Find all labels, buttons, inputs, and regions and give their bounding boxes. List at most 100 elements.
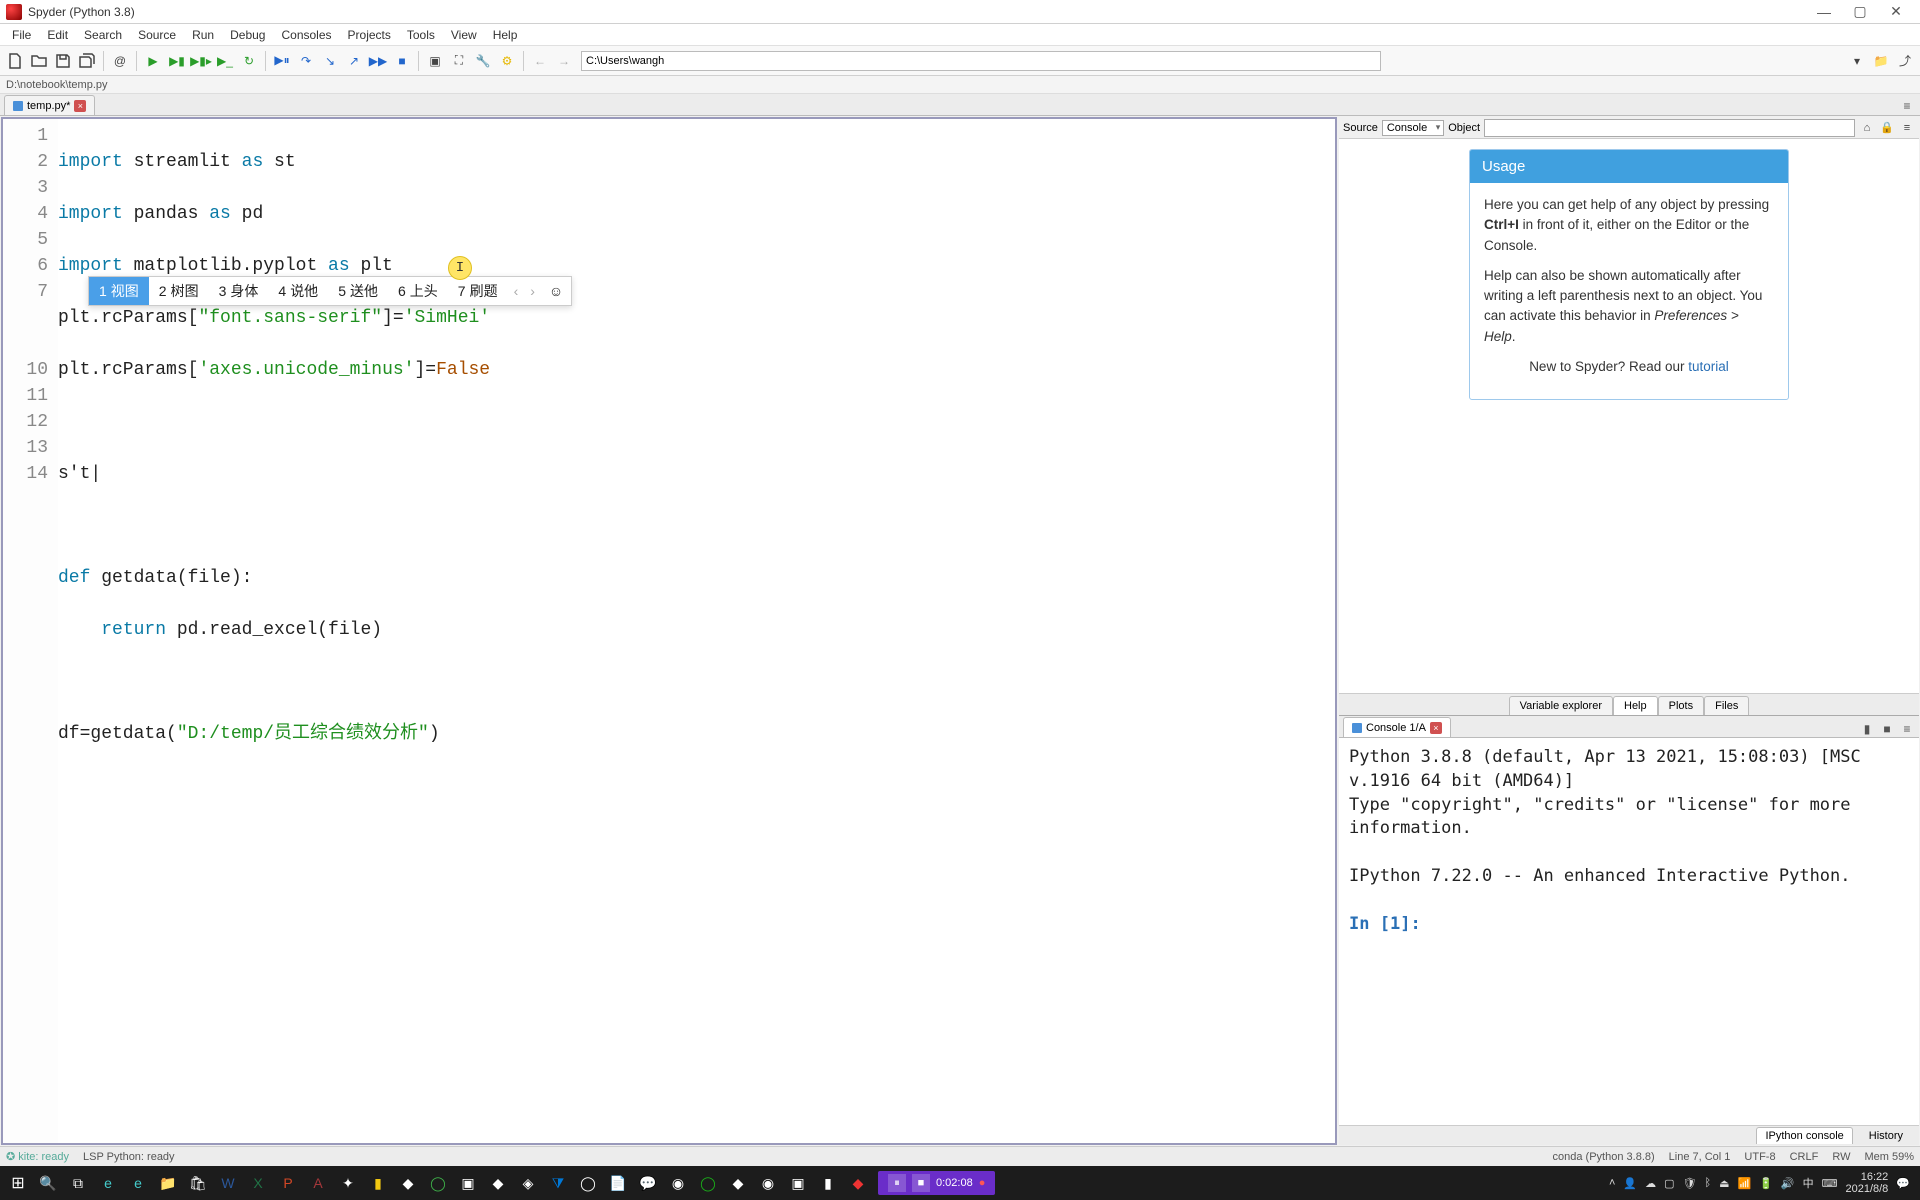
store-icon[interactable]: 🛍 <box>184 1169 212 1197</box>
tray-ime-icon[interactable]: 中 <box>1803 1175 1814 1191</box>
wechat-icon[interactable]: ◯ <box>694 1169 722 1197</box>
step-out-icon[interactable]: ↗ <box>343 50 365 72</box>
tray-onedrive-icon[interactable]: ☁ <box>1645 1177 1656 1190</box>
at-icon[interactable]: @ <box>109 50 131 72</box>
app-icon-5[interactable]: ◉ <box>664 1169 692 1197</box>
ime-candidate-6[interactable]: 6上头 <box>388 277 448 305</box>
forward-icon[interactable]: → <box>553 50 575 72</box>
dropdown-icon[interactable]: ▾ <box>1846 50 1868 72</box>
edge-icon[interactable]: e <box>94 1169 122 1197</box>
tray-chevron-icon[interactable]: ˄ <box>1609 1177 1615 1189</box>
menu-tools[interactable]: Tools <box>399 26 443 44</box>
run-cell-advance-icon[interactable]: ▶▮▸ <box>190 50 212 72</box>
menu-help[interactable]: Help <box>485 26 526 44</box>
tray-notifications-icon[interactable]: 💬 <box>1896 1177 1910 1190</box>
app-icon-4[interactable]: ◈ <box>514 1169 542 1197</box>
chat-icon[interactable]: 💬 <box>634 1169 662 1197</box>
tab-help[interactable]: Help <box>1613 696 1658 716</box>
search-icon[interactable]: 🔍 <box>34 1169 62 1197</box>
recorder-pause-icon[interactable]: ⏸ <box>888 1174 906 1192</box>
rerun-icon[interactable]: ↻ <box>238 50 260 72</box>
ime-candidate-4[interactable]: 4说他 <box>268 277 328 305</box>
python-path-icon[interactable]: ⚙ <box>496 50 518 72</box>
menu-view[interactable]: View <box>443 26 485 44</box>
options-icon[interactable]: ≡ <box>1899 120 1915 136</box>
close-button[interactable]: ✕ <box>1878 1 1914 23</box>
open-file-icon[interactable] <box>28 50 50 72</box>
console-tab-1a[interactable]: Console 1/A × <box>1343 717 1451 737</box>
tab-files[interactable]: Files <box>1704 696 1749 716</box>
status-conda[interactable]: conda (Python 3.8.8) <box>1553 1151 1655 1163</box>
menu-projects[interactable]: Projects <box>340 26 399 44</box>
step-over-icon[interactable]: ↷ <box>295 50 317 72</box>
vscode-icon[interactable]: ⧩ <box>544 1169 572 1197</box>
back-icon[interactable]: ← <box>529 50 551 72</box>
browse-dir-icon[interactable]: 📁 <box>1870 50 1892 72</box>
source-combo[interactable]: Console <box>1382 120 1444 136</box>
app-icon-2[interactable]: ▣ <box>454 1169 482 1197</box>
console-options-icon[interactable]: ≡ <box>1899 721 1915 737</box>
editor-tab-temp[interactable]: temp.py* × <box>4 95 95 115</box>
maximize-pane-icon[interactable]: ⛶ <box>448 50 470 72</box>
lock-icon[interactable]: 🔒 <box>1879 120 1895 136</box>
app-icon-6[interactable]: ◆ <box>724 1169 752 1197</box>
tray-volume-icon[interactable]: 🔊 <box>1781 1177 1795 1190</box>
menu-run[interactable]: Run <box>184 26 222 44</box>
tab-variable-explorer[interactable]: Variable explorer <box>1509 696 1613 716</box>
console-output[interactable]: Python 3.8.8 (default, Apr 13 2021, 15:0… <box>1339 738 1919 1125</box>
app-icon-8[interactable]: ▣ <box>784 1169 812 1197</box>
start-button-icon[interactable]: ⊞ <box>4 1169 32 1197</box>
ime-candidate-2[interactable]: 2树图 <box>149 277 209 305</box>
tray-bluetooth-icon[interactable]: ᛒ <box>1704 1177 1711 1189</box>
ime-candidate-popup[interactable]: 1视图 2树图 3身体 4说他 5送他 6上头 7刷题 ‹ › ☺ <box>88 276 572 306</box>
run-cell-icon[interactable]: ▶▮ <box>166 50 188 72</box>
status-eol[interactable]: CRLF <box>1790 1151 1819 1163</box>
console-interrupt-icon[interactable]: ▮ <box>1859 721 1875 737</box>
chrome-icon[interactable]: ◯ <box>574 1169 602 1197</box>
save-icon[interactable] <box>52 50 74 72</box>
tableau-icon[interactable]: ✦ <box>334 1169 362 1197</box>
tray-usb-icon[interactable]: ⏏ <box>1719 1177 1729 1190</box>
close-console-icon[interactable]: × <box>1430 722 1442 734</box>
menu-file[interactable]: File <box>4 26 39 44</box>
tray-lang-icon[interactable]: ⌨ <box>1822 1177 1838 1190</box>
tutorial-link[interactable]: tutorial <box>1688 359 1729 374</box>
tray-security-icon[interactable]: 🛡 <box>1682 1177 1696 1190</box>
working-dir-input[interactable] <box>581 51 1381 71</box>
tab-plots[interactable]: Plots <box>1658 696 1704 716</box>
ime-prev-icon[interactable]: ‹ <box>508 278 525 304</box>
status-encoding[interactable]: UTF-8 <box>1744 1151 1775 1163</box>
run-icon[interactable]: ▶ <box>142 50 164 72</box>
minimize-button[interactable]: — <box>1806 1 1842 23</box>
run-selection-icon[interactable]: ▶_ <box>214 50 236 72</box>
tray-graphics-icon[interactable]: ▢ <box>1664 1177 1674 1190</box>
access-icon[interactable]: A <box>304 1169 332 1197</box>
app-icon-3[interactable]: ◆ <box>484 1169 512 1197</box>
explorer-icon[interactable]: 📁 <box>154 1169 182 1197</box>
close-tab-icon[interactable]: × <box>74 100 86 112</box>
code-editor[interactable]: 1234567 1011121314 import streamlit as s… <box>3 119 1335 1143</box>
tab-options-icon[interactable]: ≡ <box>1898 97 1916 115</box>
tab-ipython-console[interactable]: IPython console <box>1756 1127 1852 1144</box>
ime-candidate-3[interactable]: 3身体 <box>209 277 269 305</box>
tray-clock[interactable]: 16:22 2021/8/8 <box>1845 1171 1888 1195</box>
menu-source[interactable]: Source <box>130 26 184 44</box>
ie-icon[interactable]: e <box>124 1169 152 1197</box>
debug-icon[interactable]: ▶⏸ <box>271 50 293 72</box>
ime-candidate-7[interactable]: 7刷题 <box>448 277 508 305</box>
app-icon[interactable]: ◆ <box>394 1169 422 1197</box>
excel-icon[interactable]: X <box>244 1169 272 1197</box>
console-stop-icon[interactable]: ■ <box>1879 721 1895 737</box>
terminal-icon[interactable]: ▮ <box>814 1169 842 1197</box>
save-all-icon[interactable] <box>76 50 98 72</box>
task-view-icon[interactable]: ⧉ <box>64 1169 92 1197</box>
spyder-taskbar-icon[interactable]: ◆ <box>844 1169 872 1197</box>
menu-search[interactable]: Search <box>76 26 130 44</box>
tab-history[interactable]: History <box>1861 1128 1911 1144</box>
menu-consoles[interactable]: Consoles <box>273 26 339 44</box>
menu-edit[interactable]: Edit <box>39 26 76 44</box>
home-icon[interactable]: ⌂ <box>1859 120 1875 136</box>
notepad-icon[interactable]: 📄 <box>604 1169 632 1197</box>
preferences-icon[interactable]: 🔧 <box>472 50 494 72</box>
continue-icon[interactable]: ▶▶ <box>367 50 389 72</box>
